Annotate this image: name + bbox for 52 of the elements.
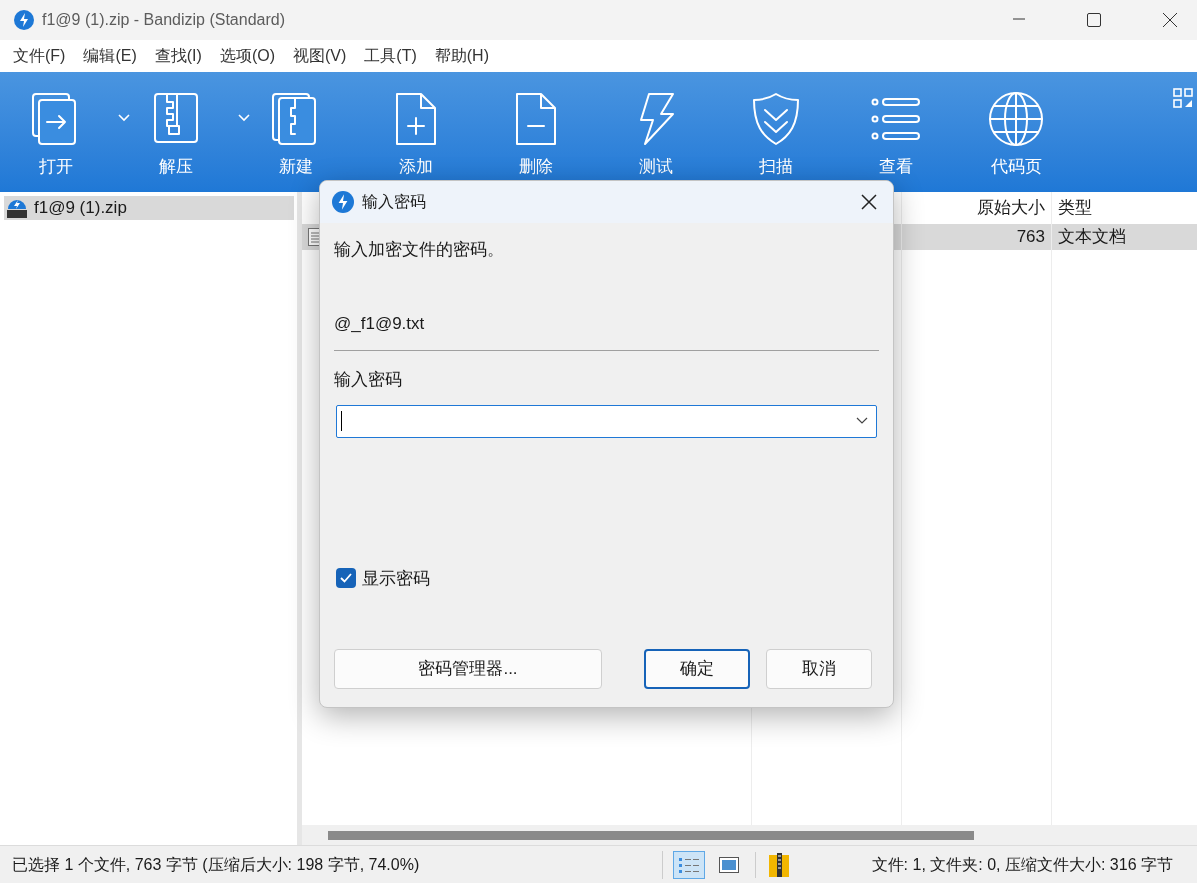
- toolbar-button[interactable]: 打开: [16, 72, 136, 192]
- caret-icon[interactable]: [856, 417, 868, 425]
- toolbar-button[interactable]: 解压: [136, 72, 256, 192]
- toolbar-button[interactable]: 测试: [616, 72, 696, 192]
- column-header[interactable]: 类型: [1052, 192, 1197, 224]
- password-field[interactable]: [336, 404, 877, 438]
- field-label: 输入密码: [334, 369, 403, 391]
- window-title: f1@9 (1).zip - Bandizip (Standard): [42, 10, 285, 30]
- dialog-title: 输入密码: [362, 192, 426, 212]
- menu-item[interactable]: 选项(O): [210, 44, 284, 68]
- menu-item[interactable]: 视图(V): [284, 44, 356, 68]
- dialog-button[interactable]: 确定: [644, 649, 750, 689]
- details-list-icon: [678, 855, 700, 874]
- caret-icon: [118, 114, 130, 122]
- app-logo-icon: [332, 191, 354, 213]
- table-cell: 763: [902, 224, 1051, 250]
- zip-folder-icon[interactable]: [768, 851, 790, 878]
- toolbar-button[interactable]: 扫描: [736, 72, 816, 192]
- table-cell: 文本文档: [1052, 224, 1197, 250]
- checkbox-label[interactable]: 显示密码: [362, 565, 430, 591]
- picture-icon: [719, 856, 739, 873]
- column-header[interactable]: 原始大小: [902, 192, 1051, 224]
- dialog-message: 输入加密文件的密码。: [334, 239, 505, 261]
- menu-item[interactable]: 帮助(H): [425, 44, 498, 68]
- close-icon[interactable]: [1163, 13, 1177, 27]
- dialog-button[interactable]: 取消: [766, 649, 872, 689]
- dialog-button[interactable]: 密码管理器...: [334, 649, 602, 689]
- menu-item[interactable]: 查找(I): [145, 44, 211, 68]
- toolbar-button[interactable]: 查看: [856, 72, 936, 192]
- zip-archive-icon: [6, 197, 28, 219]
- layout-grid-icon[interactable]: [1173, 88, 1193, 108]
- close-icon[interactable]: [861, 194, 877, 210]
- checkbox[interactable]: [336, 568, 356, 589]
- archive-status: 文件: 1, 文件夹: 0, 压缩文件大小: 316 字节: [871, 854, 1173, 875]
- menu-item[interactable]: 文件(F): [4, 44, 75, 68]
- toolbar-button[interactable]: 删除: [496, 72, 576, 192]
- caret-icon: [238, 114, 250, 122]
- toolbar-button[interactable]: 新建: [256, 72, 336, 192]
- globe-icon: [987, 90, 1045, 148]
- file-name: @_f1@9.txt: [334, 312, 426, 335]
- menu-item[interactable]: 工具(T): [355, 44, 426, 68]
- app-logo-icon: [14, 10, 34, 30]
- selection-status: 已选择 1 个文件, 763 字节 (压缩后大小: 198 字节, 74.0%): [12, 854, 421, 875]
- toolbar-button[interactable]: 添加: [376, 72, 456, 192]
- horizontal-scrollbar[interactable]: [302, 825, 1197, 845]
- toolbar-button[interactable]: 代码页: [976, 72, 1056, 192]
- tree-item[interactable]: f1@9 (1).zip: [4, 196, 294, 220]
- check-icon: [340, 573, 352, 584]
- maximize-icon[interactable]: [1087, 13, 1101, 27]
- menu-item[interactable]: 编辑(E): [74, 44, 146, 68]
- scrollbar-thumb[interactable]: [328, 830, 974, 840]
- details-view-button[interactable]: [673, 850, 705, 879]
